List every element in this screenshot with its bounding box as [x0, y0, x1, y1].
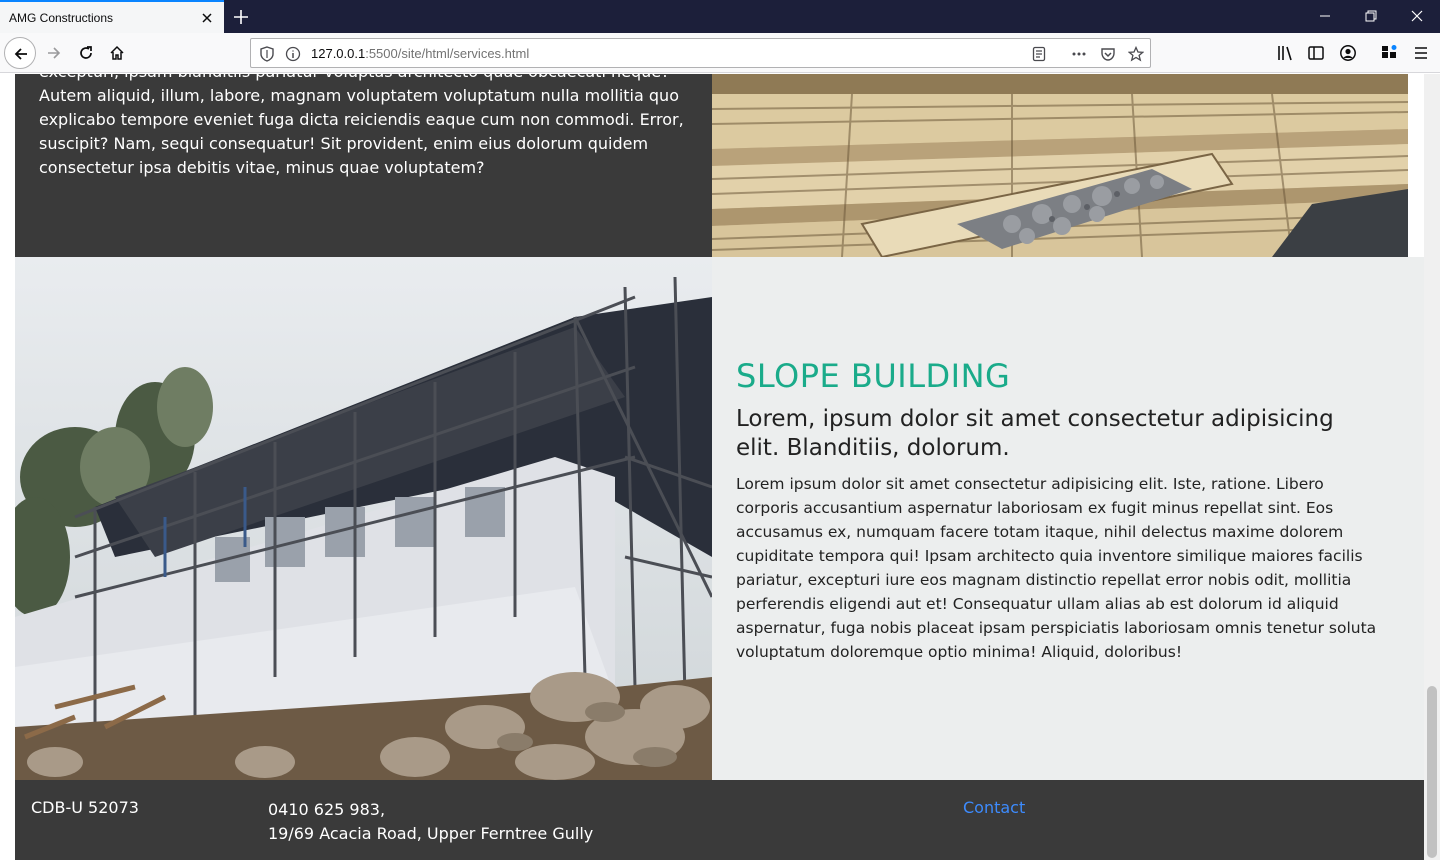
- library-icon[interactable]: [1276, 44, 1294, 62]
- service-text-panel: excepturi, ipsam blanditiis pariatur vol…: [15, 74, 712, 257]
- site-info-icon[interactable]: [285, 46, 301, 62]
- arrow-right-icon: [48, 47, 61, 59]
- back-button[interactable]: [4, 37, 36, 69]
- menu-icon[interactable]: [1412, 44, 1430, 62]
- service-title: SLOPE BUILDING: [736, 357, 1011, 395]
- page-actions-icon[interactable]: [1071, 46, 1087, 62]
- window-close-icon[interactable]: [1394, 0, 1440, 33]
- slope-building-image: [15, 257, 712, 780]
- account-icon[interactable]: [1339, 44, 1357, 62]
- url-text[interactable]: 127.0.0.1:5500/site/html/services.html: [311, 46, 529, 61]
- contact-link[interactable]: Contact: [963, 798, 1025, 817]
- home-icon: [110, 45, 124, 60]
- address-bar[interactable]: 127.0.0.1:5500/site/html/services.html: [250, 38, 1151, 68]
- page-scrollbar[interactable]: [1424, 74, 1440, 860]
- home-button[interactable]: [101, 37, 133, 69]
- tracking-shield-icon[interactable]: [259, 46, 275, 62]
- tab-title: AMG Constructions: [9, 11, 114, 25]
- url-host: 127.0.0.1: [311, 46, 366, 61]
- reader-view-icon[interactable]: [1031, 46, 1047, 62]
- navigation-toolbar: 127.0.0.1:5500/site/html/services.html: [0, 33, 1440, 73]
- extensions-icon[interactable]: [1380, 44, 1398, 62]
- site-footer: CDB-U 52073 0410 625 983, 19/69 Acacia R…: [15, 780, 1424, 860]
- reload-icon: [80, 46, 92, 59]
- phone-number: 0410 625 983,: [268, 800, 386, 819]
- pocket-icon[interactable]: [1100, 46, 1116, 62]
- close-tab-icon[interactable]: [199, 10, 215, 26]
- address: 19/69 Acacia Road, Upper Ferntree Gully: [268, 824, 594, 843]
- forward-button[interactable]: [38, 37, 70, 69]
- tab-strip: AMG Constructions: [0, 0, 1440, 33]
- service-description: excepturi, ipsam blanditiis pariatur vol…: [39, 74, 684, 177]
- service-description: Lorem ipsum dolor sit amet consectetur a…: [736, 475, 1377, 661]
- reload-button[interactable]: [70, 37, 102, 69]
- license-number: CDB-U 52073: [31, 798, 139, 817]
- new-tab-icon[interactable]: [231, 7, 251, 27]
- slope-building-panel: SLOPE BUILDING Lorem, ipsum dolor sit am…: [712, 257, 1424, 780]
- url-path: :5500/site/html/services.html: [365, 46, 530, 61]
- page-viewport: excepturi, ipsam blanditiis pariatur vol…: [0, 74, 1424, 860]
- arrow-left-icon: [14, 48, 27, 60]
- bookmark-star-icon[interactable]: [1127, 45, 1145, 62]
- minimize-icon[interactable]: [1302, 0, 1348, 33]
- sauna-image: [712, 74, 1408, 257]
- sidebar-icon[interactable]: [1307, 44, 1325, 62]
- browser-tab[interactable]: AMG Constructions: [0, 0, 224, 33]
- restore-icon[interactable]: [1348, 0, 1394, 33]
- service-subtitle: Lorem, ipsum dolor sit amet consectetur …: [736, 406, 1334, 461]
- scrollbar-thumb[interactable]: [1427, 686, 1437, 858]
